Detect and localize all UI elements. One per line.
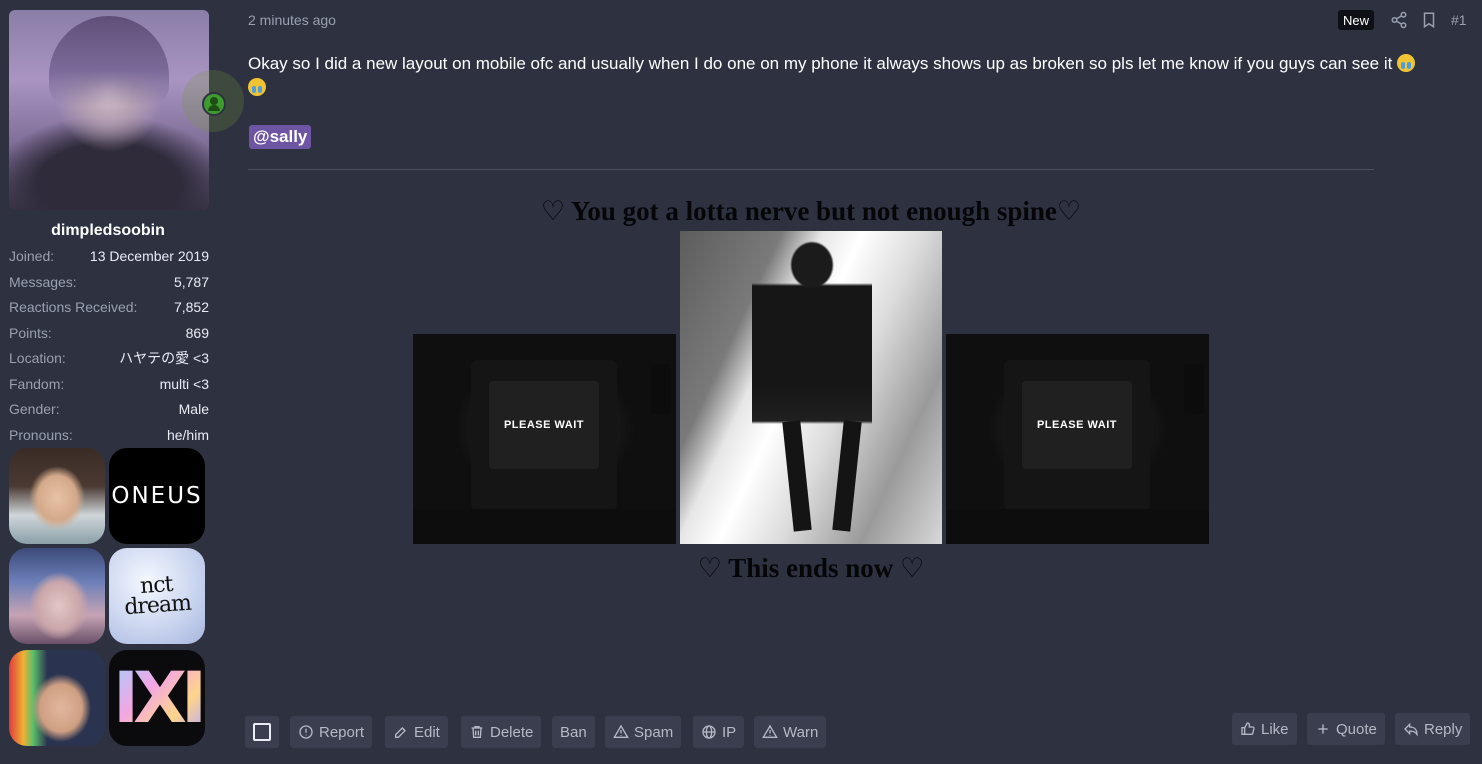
- info-value[interactable]: ハヤテの愛 <3: [119, 348, 209, 368]
- plus-icon: [1318, 724, 1328, 734]
- reply-label: Reply: [1424, 720, 1463, 738]
- crying-emoji-icon: [1397, 54, 1416, 72]
- ip-button[interactable]: IP: [693, 716, 745, 748]
- quote-label: Quote: [1336, 720, 1377, 738]
- ban-label: Ban: [560, 723, 587, 741]
- post-message-text: Okay so I did a new layout on mobile ofc…: [248, 54, 1393, 73]
- warn-label: Warn: [783, 723, 819, 741]
- badge-nct-dream-logo: nct dream: [109, 548, 205, 644]
- crying-emoji-icon: [248, 78, 266, 96]
- spam-button[interactable]: Spam: [605, 716, 682, 748]
- info-location: Location: ハヤテの愛 <3: [9, 347, 209, 369]
- info-pronouns: Pronouns: he/him: [9, 424, 209, 446]
- warning-triangle-icon: [613, 724, 629, 738]
- tv-screen-text: PLEASE WAIT: [1036, 419, 1118, 431]
- tv-please-wait-image-right: PLEASE WAIT: [946, 334, 1209, 544]
- info-label: Points:: [9, 325, 52, 341]
- info-value: 7,852: [173, 299, 209, 315]
- badge-image-member-3: [9, 650, 105, 746]
- info-value: multi <3: [159, 376, 209, 392]
- info-label: Gender:: [9, 401, 60, 417]
- delete-button[interactable]: Delete: [461, 716, 542, 748]
- trash-icon: [471, 726, 483, 738]
- badge-oneus-text: ONEUS: [111, 483, 203, 509]
- post-timestamp[interactable]: 2 minutes ago: [248, 12, 336, 28]
- mirror-selfie-image: [680, 231, 942, 544]
- info-value[interactable]: 5,787: [174, 274, 209, 290]
- info-value: 13 December 2019: [89, 248, 209, 264]
- badge-oneus-logo: ONEUS: [109, 448, 205, 544]
- info-label: Messages:: [9, 274, 77, 290]
- report-icon: [299, 725, 313, 739]
- info-gender: Gender: Male: [9, 398, 209, 420]
- badge-monsta-x-logo: IXI: [109, 650, 205, 746]
- tv-screen-text: PLEASE WAIT: [503, 419, 585, 431]
- bookmark-icon[interactable]: [1420, 11, 1438, 29]
- info-value: he/him: [166, 427, 209, 443]
- post-divider: [248, 169, 1374, 170]
- share-icon[interactable]: [1390, 11, 1408, 29]
- badge-monsta-x-text: IXI: [112, 657, 205, 739]
- badge-image-member-2: [9, 548, 105, 644]
- post-message: Okay so I did a new layout on mobile ofc…: [248, 52, 1458, 100]
- badge-image-member: [9, 448, 105, 544]
- info-messages: Messages: 5,787: [9, 271, 209, 293]
- info-reactions: Reactions Received: 7,852: [9, 296, 209, 318]
- badge-nct-dream-text: nct dream: [123, 571, 192, 621]
- info-value[interactable]: 869: [186, 325, 209, 341]
- info-joined: Joined: 13 December 2019: [9, 245, 209, 267]
- like-label: Like: [1261, 720, 1289, 738]
- globe-icon: [702, 725, 716, 739]
- tv-please-wait-image-left: PLEASE WAIT: [413, 334, 676, 544]
- warn-button[interactable]: Warn: [754, 716, 827, 748]
- info-label: Joined:: [9, 248, 55, 264]
- info-label: Location:: [9, 350, 66, 366]
- warning-triangle-icon: [762, 724, 778, 738]
- spam-label: Spam: [634, 723, 674, 741]
- report-button[interactable]: Report: [290, 716, 373, 748]
- info-label: Fandom:: [9, 376, 65, 392]
- user-panel: dimpledsoobin Joined: 13 December 2019 M…: [0, 0, 244, 764]
- username[interactable]: dimpledsoobin: [0, 222, 216, 240]
- new-badge: New: [1338, 10, 1375, 30]
- info-label: Pronouns:: [9, 427, 73, 443]
- user-avatar[interactable]: [9, 10, 209, 210]
- info-value: Male: [178, 401, 209, 417]
- info-label: Reactions Received:: [9, 299, 138, 315]
- thumbs-up-icon: [1241, 722, 1255, 735]
- info-points: Points: 869: [9, 322, 209, 344]
- edit-icon: [395, 727, 406, 738]
- select-post-checkbox[interactable]: [245, 716, 279, 748]
- info-fandom: Fandom: multi <3: [9, 373, 209, 395]
- report-label: Report: [319, 723, 365, 741]
- online-status-icon: [202, 92, 226, 116]
- quote-button[interactable]: Quote: [1307, 713, 1385, 745]
- edit-button[interactable]: Edit: [385, 716, 448, 748]
- checkbox-icon: [253, 723, 271, 741]
- layout-heading-bottom: ♡ This ends now ♡: [697, 553, 925, 583]
- reply-button[interactable]: Reply: [1395, 713, 1471, 745]
- like-button[interactable]: Like: [1232, 713, 1297, 745]
- reply-icon: [1404, 722, 1418, 737]
- user-mention-link[interactable]: @sally: [249, 125, 312, 149]
- delete-label: Delete: [490, 723, 534, 741]
- edit-label: Edit: [414, 723, 440, 741]
- ban-button[interactable]: Ban: [552, 716, 595, 748]
- layout-heading-top: ♡ You got a lotta nerve but not enough s…: [540, 196, 1082, 226]
- ip-label: IP: [722, 723, 737, 741]
- post-number[interactable]: #1: [1451, 12, 1467, 28]
